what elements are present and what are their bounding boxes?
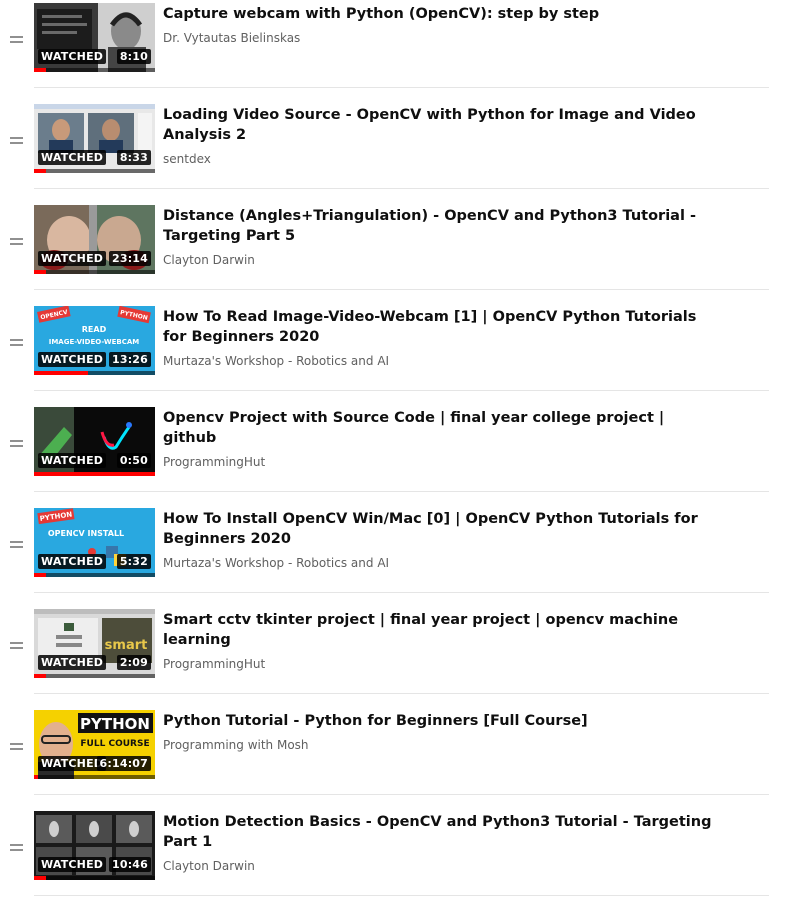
channel-name[interactable]: ProgrammingHut <box>163 657 718 671</box>
watch-later-playlist: WATCHED 8:10 Capture webcam with Python … <box>0 0 790 897</box>
watch-progress-bar <box>34 674 155 678</box>
playlist-video-row[interactable]: PYTHON FULL COURSE WATCHED 6:14:07 Pytho… <box>0 694 790 795</box>
watched-badge: WATCHED <box>38 655 107 670</box>
video-title[interactable]: Capture webcam with Python (OpenCV): ste… <box>163 4 718 24</box>
channel-name[interactable]: ProgrammingHut <box>163 455 718 469</box>
video-thumbnail[interactable]: WATCHED 8:33 <box>34 104 155 173</box>
video-thumbnail[interactable]: WATCHED 8:10 <box>34 3 155 72</box>
watch-progress-bar <box>34 472 155 476</box>
watch-progress-fill <box>34 472 155 476</box>
watch-progress-bar <box>34 775 155 779</box>
duration-badge: 5:32 <box>116 554 151 569</box>
video-title[interactable]: Loading Video Source - OpenCV with Pytho… <box>163 105 718 145</box>
playlist-video-row[interactable]: PYTHON OPENCV INSTALL WATCHED 5:32 How T… <box>0 492 790 593</box>
duration-badge: 10:46 <box>108 857 151 872</box>
video-title[interactable]: Smart cctv tkinter project | final year … <box>163 610 718 650</box>
video-thumbnail[interactable]: smart WATCHED 2:09 <box>34 609 155 678</box>
video-title[interactable]: Python Tutorial - Python for Beginners [… <box>163 711 718 731</box>
watch-progress-bar <box>34 270 155 274</box>
channel-name[interactable]: Murtaza's Workshop - Robotics and AI <box>163 556 718 570</box>
channel-name[interactable]: Clayton Darwin <box>163 859 718 873</box>
video-thumbnail[interactable]: WATCHED 10:46 <box>34 811 155 880</box>
row-divider <box>34 895 769 896</box>
watch-progress-bar <box>34 876 155 880</box>
watch-progress-fill <box>34 68 47 72</box>
watch-progress-bar <box>34 371 155 375</box>
watched-badge: WATCHED <box>38 554 107 569</box>
video-thumbnail[interactable]: PYTHON FULL COURSE WATCHED 6:14:07 <box>34 710 155 779</box>
drag-handle-icon[interactable] <box>10 339 23 347</box>
thumb-text-read: READ <box>82 325 107 334</box>
video-meta: Python Tutorial - Python for Beginners [… <box>163 711 718 752</box>
watch-progress-fill <box>34 169 47 173</box>
drag-handle-icon[interactable] <box>10 137 23 145</box>
channel-name[interactable]: Programming with Mosh <box>163 738 718 752</box>
watch-progress-bar <box>34 169 155 173</box>
watched-badge: WATCHED <box>38 857 107 872</box>
watch-progress-fill <box>34 270 47 274</box>
drag-handle-icon[interactable] <box>10 642 23 650</box>
channel-name[interactable]: sentdex <box>163 152 718 166</box>
watch-progress-fill <box>34 876 47 880</box>
drag-handle-icon[interactable] <box>10 743 23 751</box>
video-meta: Distance (Angles+Triangulation) - OpenCV… <box>163 206 718 267</box>
channel-name[interactable]: Murtaza's Workshop - Robotics and AI <box>163 354 718 368</box>
video-meta: Motion Detection Basics - OpenCV and Pyt… <box>163 812 718 873</box>
video-thumbnail[interactable]: WATCHED 23:14 <box>34 205 155 274</box>
video-thumbnail[interactable]: PYTHON OPENCV INSTALL WATCHED 5:32 <box>34 508 155 577</box>
video-thumbnail[interactable]: WATCHED 0:50 <box>34 407 155 476</box>
watched-badge: WATCHED <box>38 150 107 165</box>
drag-handle-icon[interactable] <box>10 36 23 44</box>
duration-badge: 8:10 <box>116 49 151 64</box>
watch-progress-fill <box>34 674 47 678</box>
playlist-video-row[interactable]: smart WATCHED 2:09 Smart cctv tkinter pr… <box>0 593 790 694</box>
duration-badge: 2:09 <box>116 655 151 670</box>
watch-progress-fill <box>34 573 47 577</box>
video-meta: Capture webcam with Python (OpenCV): ste… <box>163 4 718 45</box>
duration-badge: 13:26 <box>108 352 151 367</box>
drag-handle-icon[interactable] <box>10 844 23 852</box>
video-meta: Loading Video Source - OpenCV with Pytho… <box>163 105 718 166</box>
playlist-video-row[interactable]: WATCHED 0:50 Opencv Project with Source … <box>0 391 790 492</box>
drag-handle-icon[interactable] <box>10 238 23 246</box>
drag-handle-icon[interactable] <box>10 440 23 448</box>
video-meta: How To Read Image-Video-Webcam [1] | Ope… <box>163 307 718 368</box>
thumb-text-python: PYTHON <box>80 715 150 733</box>
watch-progress-bar <box>34 573 155 577</box>
video-title[interactable]: How To Read Image-Video-Webcam [1] | Ope… <box>163 307 718 347</box>
video-meta: How To Install OpenCV Win/Mac [0] | Open… <box>163 509 718 570</box>
duration-badge: 23:14 <box>108 251 151 266</box>
duration-badge: 8:33 <box>116 150 151 165</box>
video-title[interactable]: Motion Detection Basics - OpenCV and Pyt… <box>163 812 718 852</box>
video-title[interactable]: Opencv Project with Source Code | final … <box>163 408 718 448</box>
playlist-video-row[interactable]: WATCHED 10:46 Motion Detection Basics - … <box>0 795 790 896</box>
watched-badge: WATCHED <box>38 352 107 367</box>
playlist-video-row[interactable]: OPENCV PYTHON READ IMAGE-VIDEO-WEBCAM WA… <box>0 290 790 391</box>
watch-progress-bar <box>34 68 155 72</box>
thumb-text-install: OPENCV INSTALL <box>48 529 124 538</box>
duration-badge: 0:50 <box>116 453 151 468</box>
watched-badge: WATCHED <box>38 49 107 64</box>
video-meta: Opencv Project with Source Code | final … <box>163 408 718 469</box>
channel-name[interactable]: Dr. Vytautas Bielinskas <box>163 31 718 45</box>
video-title[interactable]: Distance (Angles+Triangulation) - OpenCV… <box>163 206 718 246</box>
playlist-video-row[interactable]: WATCHED 8:10 Capture webcam with Python … <box>0 0 790 88</box>
video-title[interactable]: How To Install OpenCV Win/Mac [0] | Open… <box>163 509 718 549</box>
watch-progress-fill <box>34 371 89 375</box>
watched-badge: WATCHED <box>38 756 107 771</box>
thumb-text-subtitle: IMAGE-VIDEO-WEBCAM <box>49 338 140 346</box>
video-meta: Smart cctv tkinter project | final year … <box>163 610 718 671</box>
thumb-text-full-course: FULL COURSE <box>80 739 149 749</box>
playlist-video-row[interactable]: WATCHED 8:33 Loading Video Source - Open… <box>0 88 790 189</box>
watch-progress-fill <box>34 775 38 779</box>
channel-name[interactable]: Clayton Darwin <box>163 253 718 267</box>
duration-badge: 6:14:07 <box>96 756 151 771</box>
drag-handle-icon[interactable] <box>10 541 23 549</box>
watched-badge: WATCHED <box>38 251 107 266</box>
playlist-video-row[interactable]: WATCHED 23:14 Distance (Angles+Triangula… <box>0 189 790 290</box>
watched-badge: WATCHED <box>38 453 107 468</box>
video-thumbnail[interactable]: OPENCV PYTHON READ IMAGE-VIDEO-WEBCAM WA… <box>34 306 155 375</box>
thumb-text-smart: smart <box>105 638 148 653</box>
